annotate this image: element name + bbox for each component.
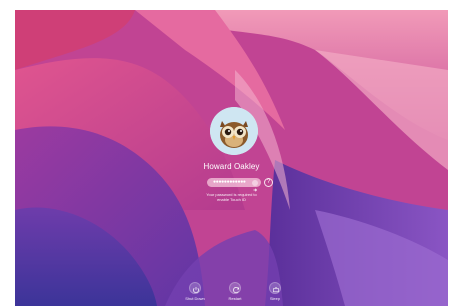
restart-label: Restart: [228, 296, 242, 301]
login-panel: Howard Oakley ●●●●●●●●●●●● ? Your passwo…: [15, 10, 448, 306]
restart-icon: [229, 282, 241, 294]
login-screen: Howard Oakley ●●●●●●●●●●●● ? Your passwo…: [15, 10, 448, 306]
screenshot-frame: Howard Oakley ●●●●●●●●●●●● ? Your passwo…: [0, 0, 459, 306]
sleep-icon: [269, 282, 281, 294]
help-icon[interactable]: ?: [264, 178, 273, 187]
submit-arrow-icon[interactable]: [252, 179, 258, 191]
user-name: Howard Oakley: [203, 162, 260, 171]
restart-button[interactable]: Restart: [215, 282, 255, 301]
power-icon: [189, 282, 201, 294]
shut-down-button[interactable]: Shut Down: [175, 282, 215, 301]
owl-avatar-icon: [210, 107, 258, 155]
shut-down-label: Shut Down: [185, 296, 205, 301]
sleep-button[interactable]: Sleep: [255, 282, 295, 301]
touch-id-message-line2: enable Touch ID: [217, 197, 246, 202]
user-avatar[interactable]: [210, 107, 258, 155]
touch-id-message: Your password is required to enable Touc…: [15, 192, 448, 202]
sleep-label: Sleep: [269, 296, 281, 301]
